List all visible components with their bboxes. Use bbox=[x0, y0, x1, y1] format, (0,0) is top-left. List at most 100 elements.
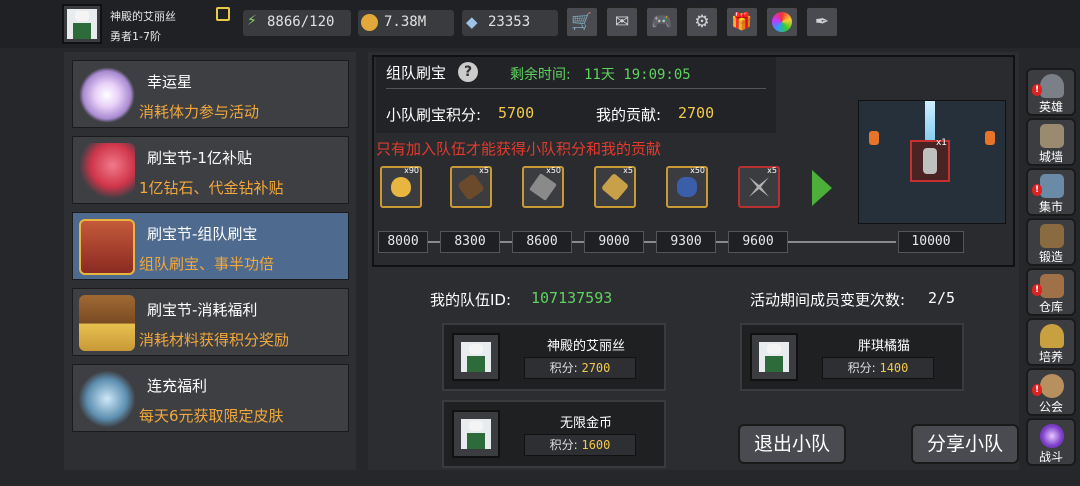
menu-item-consume-bonus[interactable]: 刷宝节-消耗福利 消耗材料获得积分奖励 bbox=[72, 288, 349, 356]
alert-badge: ! bbox=[1032, 84, 1042, 96]
reward-slot[interactable]: x5 bbox=[738, 166, 780, 208]
gift-button[interactable]: 🎁 bbox=[725, 6, 759, 38]
sidebar-item-guild[interactable]: ! 公会 bbox=[1026, 368, 1076, 416]
score-label: 积分: bbox=[847, 361, 876, 375]
my-contrib-label: 我的贡献: bbox=[596, 106, 662, 124]
sidebar-item-wall[interactable]: 城墙 bbox=[1026, 118, 1076, 166]
menu-title: 刷宝节-消耗福利 bbox=[147, 301, 258, 319]
reward-count: x5 bbox=[767, 166, 777, 175]
edit-icon[interactable] bbox=[216, 7, 230, 21]
hammer-icon bbox=[529, 173, 557, 201]
score-value: 2700 bbox=[581, 361, 611, 375]
reward-slot[interactable]: x50 bbox=[522, 166, 564, 208]
menu-subtitle: 消耗体力参与活动 bbox=[139, 103, 260, 121]
member-changes-label: 活动期间成员变更次数: bbox=[750, 291, 906, 309]
avatar-portrait bbox=[67, 9, 97, 39]
chest-icon bbox=[79, 219, 135, 275]
menu-title: 幸运星 bbox=[147, 73, 193, 91]
gamepad-button[interactable]: 🎮 bbox=[645, 6, 679, 38]
settings-button[interactable]: ⚙ bbox=[685, 6, 719, 38]
avatar bbox=[452, 333, 500, 381]
sidebar-item-hero[interactable]: ! 英雄 bbox=[1026, 68, 1076, 116]
sidebar-item-market[interactable]: ! 集市 bbox=[1026, 168, 1076, 216]
reward-slot[interactable]: x50 bbox=[666, 166, 708, 208]
menu-subtitle: 消耗材料获得积分奖励 bbox=[139, 331, 290, 349]
treasure-chest-icon bbox=[79, 295, 135, 351]
crystal-icon bbox=[79, 371, 135, 427]
member-name: 无限金币 bbox=[559, 416, 612, 431]
milestone-value: 10000 bbox=[898, 231, 964, 253]
team-member-card[interactable]: 神殿的艾丽丝 积分: 2700 bbox=[442, 323, 666, 391]
helmet-icon bbox=[1040, 74, 1064, 98]
menu-item-subsidy[interactable]: 刷宝节-1亿补贴 1亿钻石、代金钻补贴 bbox=[72, 136, 349, 204]
reward-count: x50 bbox=[690, 166, 705, 175]
player-avatar[interactable] bbox=[62, 4, 102, 44]
notice-text: 只有加入队伍才能获得小队积分和我的贡献 bbox=[376, 140, 662, 158]
torch-icon bbox=[869, 131, 879, 145]
menu-item-lucky-star[interactable]: 幸运星 消耗体力参与活动 bbox=[72, 60, 349, 128]
team-id-label: 我的队伍ID: bbox=[430, 291, 512, 309]
anvil-icon bbox=[1040, 224, 1064, 248]
menu-title: 连充福利 bbox=[147, 377, 208, 395]
hero-card-icon bbox=[923, 148, 937, 174]
milestone-value: 9300 bbox=[656, 231, 716, 253]
team-member-card[interactable]: 胖琪橘猫 积分: 1400 bbox=[740, 323, 964, 391]
member-changes-value: 2/5 bbox=[928, 289, 956, 307]
sidebar-item-label: 公会 bbox=[1038, 400, 1063, 414]
shop-button[interactable]: 🛒 bbox=[565, 6, 599, 38]
scroll-icon bbox=[457, 173, 485, 201]
player-name: 神殿的艾丽丝 bbox=[110, 10, 176, 23]
menu-subtitle: 每天6元获取限定皮肤 bbox=[139, 407, 284, 425]
guild-icon bbox=[1040, 374, 1064, 398]
color-wheel-icon bbox=[772, 12, 792, 32]
menu-subtitle: 1亿钻石、代金钻补贴 bbox=[139, 179, 284, 197]
final-reward-count: x1 bbox=[935, 138, 947, 148]
help-icon[interactable]: ? bbox=[458, 62, 478, 82]
reward-count: x50 bbox=[546, 166, 561, 175]
member-score: 积分: 1600 bbox=[524, 434, 636, 456]
avatar bbox=[750, 333, 798, 381]
team-member-card[interactable]: 无限金币 积分: 1600 bbox=[442, 400, 666, 468]
team-id-value: 107137593 bbox=[531, 289, 613, 307]
event-title: 组队刷宝 bbox=[386, 64, 447, 82]
sidebar-item-label: 仓库 bbox=[1038, 300, 1063, 314]
avatar-portrait bbox=[461, 342, 491, 372]
time-value: 11天 19:09:05 bbox=[584, 67, 691, 83]
axes-icon bbox=[749, 177, 769, 197]
energy-stat: ⚡ 8866/120 bbox=[243, 10, 351, 36]
leave-team-button[interactable]: 退出小队 bbox=[738, 424, 846, 464]
final-reward-slot[interactable]: x1 bbox=[910, 138, 950, 182]
energy-icon: ⚡ bbox=[247, 13, 257, 29]
reward-slot[interactable]: x5 bbox=[594, 166, 636, 208]
share-team-button[interactable]: 分享小队 bbox=[911, 424, 1019, 464]
time-label: 剩余时间: bbox=[510, 67, 571, 83]
sidebar-item-label: 锻造 bbox=[1038, 250, 1063, 264]
arrow-right-icon bbox=[812, 170, 832, 206]
score-label: 积分: bbox=[549, 438, 578, 452]
feather-button[interactable]: ✒ bbox=[805, 6, 839, 38]
sidebar-item-battle[interactable]: 战斗 bbox=[1026, 418, 1076, 466]
color-wheel-button[interactable] bbox=[765, 6, 799, 38]
cart-icon: 🛒 bbox=[571, 12, 593, 32]
score-value: 1600 bbox=[581, 438, 611, 452]
sidebar-item-label: 集市 bbox=[1038, 200, 1063, 214]
mail-button[interactable]: ✉ bbox=[605, 6, 639, 38]
menu-item-team-farming[interactable]: 刷宝节-组队刷宝 组队刷宝、事半功倍 bbox=[72, 212, 349, 280]
member-name: 神殿的艾丽丝 bbox=[546, 339, 625, 354]
sidebar-item-warehouse[interactable]: ! 仓库 bbox=[1026, 268, 1076, 316]
member-name: 胖琪橘猫 bbox=[857, 339, 910, 354]
reward-count: x5 bbox=[623, 166, 633, 175]
alert-badge: ! bbox=[1032, 384, 1042, 396]
reward-slot[interactable]: x5 bbox=[450, 166, 492, 208]
score-value: 1400 bbox=[879, 361, 909, 375]
alert-badge: ! bbox=[1032, 284, 1042, 296]
reward-count: x5 bbox=[479, 166, 489, 175]
gold-value: 7.38M bbox=[384, 14, 427, 30]
blue-ore-icon bbox=[677, 177, 697, 197]
reward-slot[interactable]: x90 bbox=[380, 166, 422, 208]
sidebar-item-train[interactable]: 培养 bbox=[1026, 318, 1076, 366]
milestone-value: 8600 bbox=[512, 231, 572, 253]
sidebar-item-forge[interactable]: 锻造 bbox=[1026, 218, 1076, 266]
my-contrib-value: 2700 bbox=[678, 104, 715, 122]
menu-item-recharge[interactable]: 连充福利 每天6元获取限定皮肤 bbox=[72, 364, 349, 432]
